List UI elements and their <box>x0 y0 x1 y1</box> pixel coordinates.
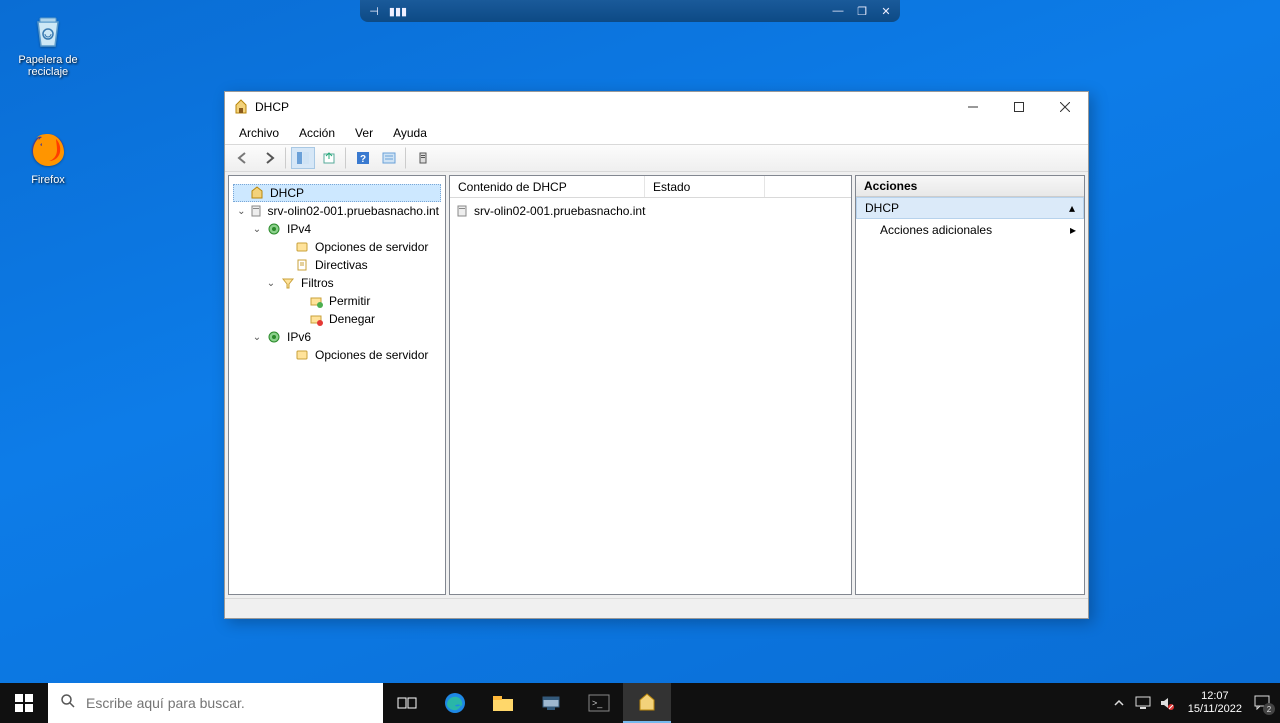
server-icon <box>454 203 470 219</box>
tray-clock[interactable]: 12:07 15/11/2022 <box>1182 690 1248 716</box>
list-row[interactable]: srv-olin02-001.pruebasnacho.int <box>454 202 847 220</box>
ipv6-icon <box>266 329 282 345</box>
menubar: Archivo Acción Ver Ayuda <box>225 122 1088 144</box>
vm-signal-icon: ▮▮▮ <box>390 4 406 18</box>
tree-node-ipv4-filtros[interactable]: ⌄ Filtros <box>233 274 441 292</box>
tree-node-ipv4-opciones[interactable]: Opciones de servidor <box>233 238 441 256</box>
search-input[interactable] <box>86 695 371 711</box>
window-maximize-button[interactable] <box>996 92 1042 122</box>
actions-pane: Acciones DHCP ▴ Acciones adicionales ▸ <box>855 175 1085 595</box>
tree-node-ipv6[interactable]: ⌄ IPv6 <box>233 328 441 346</box>
tree-node-ipv4-directivas[interactable]: Directivas <box>233 256 441 274</box>
firefox-icon <box>28 130 68 170</box>
vm-maximize-button[interactable]: ❐ <box>854 4 870 18</box>
taskbar-explorer-button[interactable] <box>479 683 527 723</box>
tray-notifications-button[interactable]: 2 <box>1254 694 1272 712</box>
actions-item-additional[interactable]: Acciones adicionales ▸ <box>856 219 1084 241</box>
list-cell-content: srv-olin02-001.pruebasnacho.int <box>474 204 645 218</box>
actions-section-dhcp[interactable]: DHCP ▴ <box>856 197 1084 219</box>
svg-text:?: ? <box>360 154 366 165</box>
toolbar-separator <box>405 147 407 169</box>
menu-ayuda[interactable]: Ayuda <box>383 124 437 142</box>
policies-icon <box>294 257 310 273</box>
toolbar-forward-button[interactable] <box>257 147 281 169</box>
window-minimize-button[interactable] <box>950 92 996 122</box>
taskbar-dhcp-button[interactable] <box>623 683 671 723</box>
tree-toggle-icon[interactable]: ⌄ <box>251 332 263 343</box>
tree-toggle-icon[interactable]: ⌄ <box>265 278 277 289</box>
toolbar-separator <box>345 147 347 169</box>
system-tray: 12:07 15/11/2022 2 <box>1102 683 1280 723</box>
search-icon <box>60 693 76 714</box>
actions-header: Acciones <box>856 176 1084 197</box>
toolbar: ? <box>225 144 1088 172</box>
submenu-arrow-icon: ▸ <box>1070 223 1076 237</box>
tray-time: 12:07 <box>1188 690 1242 703</box>
taskbar-server-manager-button[interactable] <box>527 683 575 723</box>
allow-icon <box>308 293 324 309</box>
options-icon <box>294 239 310 255</box>
desktop-icon-label: Firefox <box>10 174 86 186</box>
tree-node-permitir[interactable]: Permitir <box>233 292 441 310</box>
menu-archivo[interactable]: Archivo <box>229 124 289 142</box>
taskbar-cmd-button[interactable]: >_ <box>575 683 623 723</box>
vm-close-button[interactable]: ✕ <box>878 4 894 18</box>
tree-toggle-icon[interactable]: ⌄ <box>251 224 263 235</box>
tree-node-denegar[interactable]: Denegar <box>233 310 441 328</box>
filters-icon <box>280 275 296 291</box>
notification-badge: 2 <box>1263 703 1275 715</box>
tree-node-ipv4[interactable]: ⌄ IPv4 <box>233 220 441 238</box>
dhcp-window: DHCP Archivo Acción Ver Ayuda ? <box>224 91 1089 619</box>
desktop-icon-recycle-bin[interactable]: Papelera de reciclaje <box>10 10 86 78</box>
window-title: DHCP <box>255 100 950 114</box>
toolbar-back-button[interactable] <box>231 147 255 169</box>
tray-volume-icon[interactable] <box>1158 694 1176 712</box>
toolbar-properties-button[interactable] <box>377 147 401 169</box>
titlebar[interactable]: DHCP <box>225 92 1088 122</box>
column-header-status[interactable]: Estado <box>645 176 765 197</box>
tree-pane: DHCP ⌄ srv-olin02-001.pruebasnacho.int ⌄… <box>228 175 446 595</box>
toolbar-export-button[interactable] <box>317 147 341 169</box>
tree-node-ipv6-opciones[interactable]: Opciones de servidor <box>233 346 441 364</box>
column-header-content[interactable]: Contenido de DHCP <box>450 176 645 197</box>
statusbar <box>225 598 1088 618</box>
desktop-icon-firefox[interactable]: Firefox <box>10 130 86 186</box>
taskbar-search[interactable] <box>48 683 383 723</box>
svg-text:>_: >_ <box>592 698 603 708</box>
vm-pin-icon[interactable]: ⊣ <box>366 4 382 18</box>
desktop-icon-label: Papelera de reciclaje <box>10 54 86 78</box>
collapse-icon: ▴ <box>1069 201 1075 215</box>
taskbar: >_ 12:07 15/11/2022 2 <box>0 683 1280 723</box>
menu-ver[interactable]: Ver <box>345 124 383 142</box>
ipv4-icon <box>266 221 282 237</box>
toolbar-show-tree-button[interactable] <box>291 147 315 169</box>
toolbar-manage-server-button[interactable] <box>411 147 435 169</box>
dhcp-app-icon <box>233 99 249 115</box>
options-icon <box>294 347 310 363</box>
taskbar-edge-button[interactable] <box>431 683 479 723</box>
tree-node-dhcp-root[interactable]: DHCP <box>233 184 441 202</box>
vm-titlebar: ⊣ ▮▮▮ — ❐ ✕ <box>360 0 900 22</box>
tray-date: 15/11/2022 <box>1188 703 1242 716</box>
tree-node-server[interactable]: ⌄ srv-olin02-001.pruebasnacho.int <box>233 202 441 220</box>
toolbar-separator <box>285 147 287 169</box>
recycle-bin-icon <box>28 10 68 50</box>
vm-minimize-button[interactable]: — <box>830 4 846 18</box>
tray-display-icon[interactable] <box>1134 694 1152 712</box>
server-icon <box>249 203 263 219</box>
window-close-button[interactable] <box>1042 92 1088 122</box>
tree-toggle-icon[interactable]: ⌄ <box>237 206 246 217</box>
tray-overflow-button[interactable] <box>1110 694 1128 712</box>
list-pane: Contenido de DHCP Estado srv-olin02-001.… <box>449 175 852 595</box>
menu-accion[interactable]: Acción <box>289 124 345 142</box>
start-button[interactable] <box>0 683 48 723</box>
task-view-button[interactable] <box>383 683 431 723</box>
toolbar-help-button[interactable]: ? <box>351 147 375 169</box>
deny-icon <box>308 311 324 327</box>
dhcp-root-icon <box>249 185 265 201</box>
